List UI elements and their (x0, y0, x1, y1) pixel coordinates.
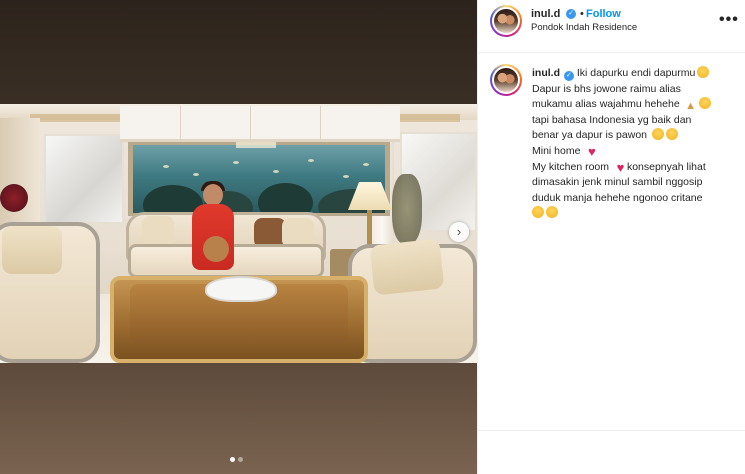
verified-badge-icon: ✓ (566, 9, 576, 19)
caption-avatar[interactable] (490, 64, 522, 96)
caption-username[interactable]: inul.d (532, 67, 560, 79)
post-sidebar: inul.d ✓ • Follow Pondok Indah Residence… (477, 0, 745, 474)
fish (233, 161, 239, 164)
grimacing-emoji-icon (532, 206, 544, 219)
caption-line-3: mukamu alias wajahmu hehehe (532, 98, 680, 111)
laughing-emoji-icon (697, 66, 710, 78)
carousel-indicator (230, 457, 250, 463)
fish (343, 175, 349, 178)
header-username[interactable]: inul.d (531, 8, 560, 20)
instagram-post: › inul.d ✓ • Follow Pondok Indah Residen… (0, 0, 745, 474)
decorative-plant (392, 174, 422, 244)
red-heart-emoji-icon: ♥ (616, 159, 625, 175)
separator-dot: • (580, 8, 584, 20)
red-heart-emoji-icon: ♥ (588, 143, 596, 159)
heart-eyes-emoji-icon (651, 128, 664, 141)
red-flowers (0, 184, 28, 212)
post-media[interactable]: › (0, 0, 477, 474)
wall-cabinet (120, 106, 400, 142)
person-head (203, 184, 223, 206)
teddy-bear (203, 236, 229, 262)
carousel-dot-active (230, 457, 235, 462)
caption-line-7: My kitchen room (532, 160, 610, 173)
fish (308, 159, 314, 162)
grinning-emoji-icon (546, 206, 558, 219)
more-options-icon[interactable]: ••• (719, 11, 739, 29)
caption-line-6: Mini home (532, 144, 581, 157)
fish (193, 173, 199, 176)
ceiling-light (236, 142, 276, 148)
post-caption: inul.d ✓ Iki dapurku endi dapurmu Dapur … (532, 66, 734, 222)
profile-avatar[interactable] (490, 5, 522, 37)
cabinet-seam (320, 106, 321, 142)
carousel-dot (238, 457, 243, 462)
avatar-photo (494, 9, 518, 33)
post-photo-living-room[interactable] (0, 104, 477, 363)
praying-hands-emoji-icon: ▲ (685, 100, 697, 113)
aquarium-rock (258, 183, 313, 213)
location-link[interactable]: Pondok Indah Residence (531, 22, 637, 33)
fish (163, 165, 169, 168)
left-mirror-panel (44, 134, 124, 224)
comment-divider (478, 430, 745, 431)
caption-line-8: konsepnyah lihat (626, 160, 706, 173)
caption-line-4: tapi bahasa Indonesia yg baik dan (532, 113, 692, 126)
caption-line-1: Iki dapurku endi dapurmu (576, 67, 696, 79)
fish (363, 163, 369, 166)
follow-button[interactable]: Follow (586, 8, 621, 20)
carousel-next-arrow-icon[interactable]: › (449, 222, 469, 242)
verified-badge-icon: ✓ (563, 71, 574, 81)
sofa-pillow (142, 216, 174, 246)
caption-line-2: Dapur is bhs jowone raimu alias (532, 82, 681, 95)
grinning-emoji-icon (665, 128, 678, 141)
avatar-photo (494, 68, 518, 92)
caption-line-9: dimasakin jenk minul sambil nggosip (532, 176, 703, 189)
cabinet-seam (180, 106, 181, 142)
media-letterbox-top (0, 0, 477, 104)
winking-emoji-icon (698, 97, 711, 110)
caption-line-10: duduk manja hehehe ngonoo critane (532, 191, 703, 204)
left-armchair-pillow (2, 226, 62, 274)
right-armchair-pillow (369, 238, 445, 296)
post-header: inul.d ✓ • Follow Pondok Indah Residence… (478, 0, 745, 53)
fish (273, 170, 279, 173)
cabinet-seam (250, 106, 251, 142)
caption-line-5: benar ya dapur is pawon (532, 129, 647, 142)
aquarium (133, 145, 385, 213)
white-bowl (205, 276, 277, 302)
